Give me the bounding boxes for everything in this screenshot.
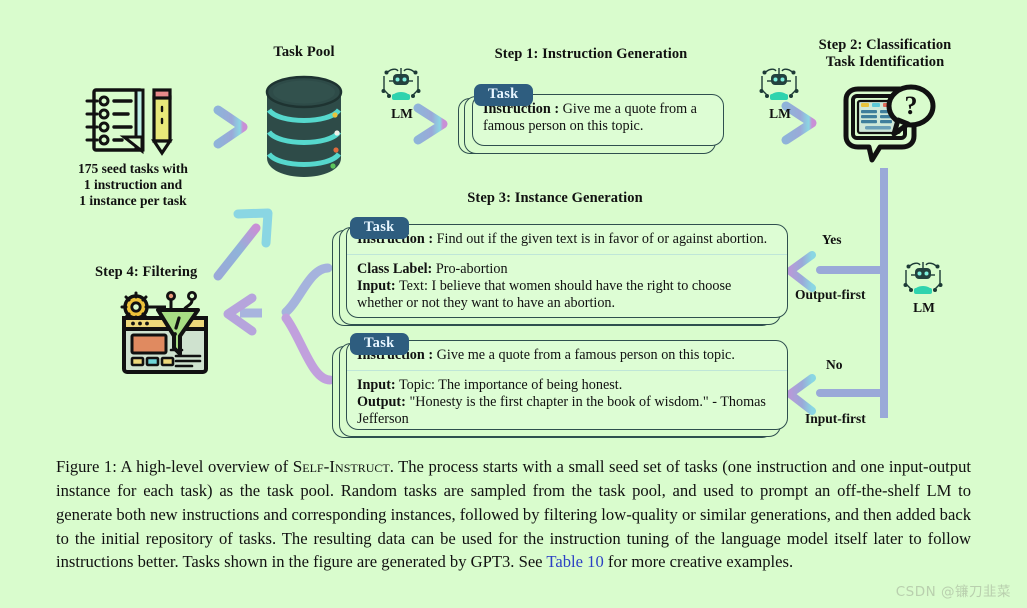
task-pool-heading: Task Pool	[273, 44, 335, 60]
task-pool-database-icon	[265, 75, 343, 177]
caption-body2: for more creative examples.	[603, 552, 794, 572]
lm-robot-icon	[903, 262, 943, 294]
branch-label-yes: Yes	[822, 232, 842, 247]
card-input-text: Text: I believe that women should have t…	[357, 278, 732, 312]
arrow-branch-yes	[786, 251, 888, 292]
card-output-text: "Honesty is the first chapter in the boo…	[357, 394, 766, 428]
card-instruction-section: Instruction : Give me a quote from a fam…	[347, 341, 787, 370]
filtering-funnel-icon	[120, 291, 208, 374]
figure-canvas: 175 seed tasks with 1 instruction and 1 …	[0, 0, 1027, 608]
caption-table-link[interactable]: Table 10	[546, 552, 603, 571]
classification-question-icon: ?	[843, 84, 936, 163]
card-input-text: Topic: The importance of being honest.	[395, 377, 623, 394]
caption-smallcaps: Self-Instruct	[292, 457, 390, 476]
card-class-label-label: Class Label:	[357, 261, 433, 278]
card-output-label: Output:	[357, 394, 406, 411]
branch-label-output-first: Output-first	[795, 287, 866, 302]
task-badge: Task	[350, 217, 409, 240]
card-instruction-text: Give me a quote from a famous person on …	[433, 347, 735, 363]
notebook-pencil-icon	[85, 88, 173, 156]
step1-task-card[interactable]: Instruction : Give me a quote from a fam…	[458, 84, 728, 156]
card-instruction-section: Instruction : Find out if the given text…	[347, 225, 787, 254]
caption-prefix: Figure 1: A high-level overview of	[56, 457, 293, 476]
card-body: Instruction : Give me a quote from a fam…	[346, 340, 788, 430]
step3-generation-task-card[interactable]: Instruction : Give me a quote from a fam…	[332, 330, 792, 442]
step3-heading: Step 3: Instance Generation	[467, 190, 643, 206]
card-instance-section: Input: Topic: The importance of being ho…	[347, 370, 787, 429]
task-badge: Task	[350, 333, 409, 356]
card-body: Instruction : Find out if the given text…	[346, 224, 788, 318]
seed-tasks-group: 175 seed tasks with 1 instruction and 1 …	[78, 85, 200, 210]
branch-label-no: No	[826, 357, 843, 372]
svg-text:?: ?	[905, 91, 918, 120]
step3-classification-task-card[interactable]: Instruction : Find out if the given text…	[332, 214, 792, 326]
lm-label-2: LM	[769, 106, 791, 121]
lm-label-3: LM	[913, 300, 935, 315]
arrow-branch-no	[786, 374, 888, 415]
task-badge: Task	[474, 84, 533, 107]
lm-robot-icon	[381, 68, 421, 100]
card-instance-section: Class Label: Pro-abortion Input: Text: I…	[347, 254, 787, 317]
lm-node-2: LM	[754, 64, 806, 122]
arrow-cards-to-filtering	[223, 263, 335, 385]
csdn-watermark: CSDN @镰刀韭菜	[895, 584, 1011, 600]
branch-label-input-first: Input-first	[805, 411, 866, 426]
lm-node-1: LM	[376, 64, 428, 122]
step4-heading: Step 4: Filtering	[95, 264, 198, 280]
card-instruction-text: Find out if the given text is in favor o…	[433, 231, 768, 247]
card-class-label-text: Pro-abortion	[432, 261, 508, 278]
figure-caption: Figure 1: A high-level overview of Self-…	[56, 455, 971, 574]
lm-label-1: LM	[391, 106, 413, 121]
seed-tasks-caption: 175 seed tasks with 1 instruction and 1 …	[78, 161, 188, 209]
lm-node-3: LM	[898, 258, 950, 316]
step1-heading: Step 1: Instruction Generation	[494, 46, 688, 62]
step2-heading: Step 2: Classification Task Identificati…	[818, 37, 952, 71]
card-input-label: Input:	[357, 377, 396, 394]
card-input-label: Input:	[357, 278, 396, 295]
